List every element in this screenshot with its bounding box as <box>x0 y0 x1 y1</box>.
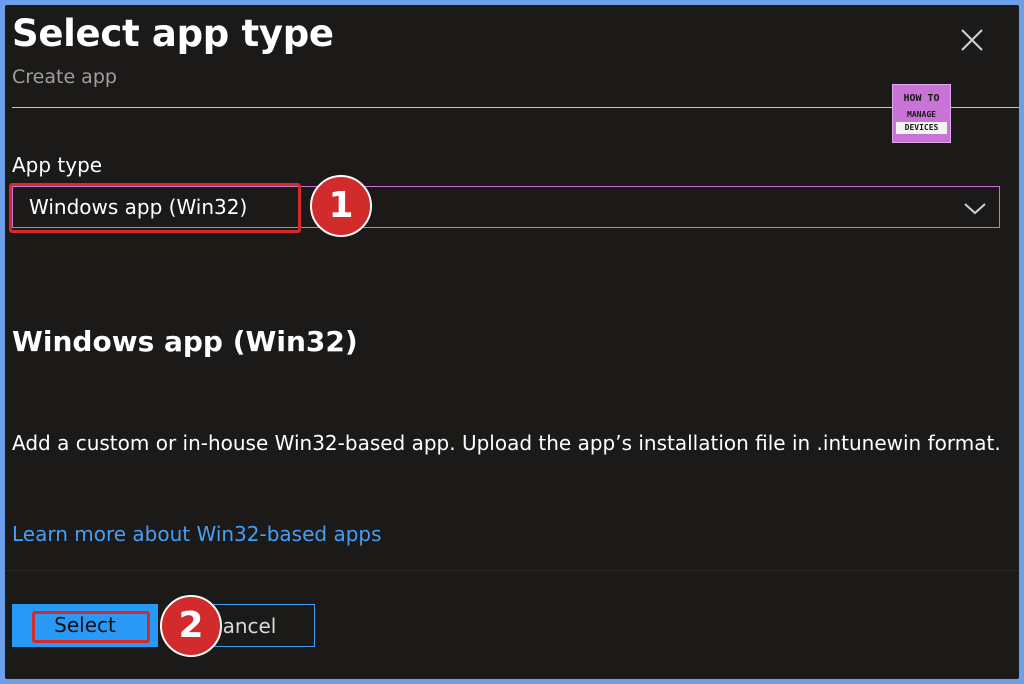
app-type-label: App type <box>12 153 103 177</box>
panel-title: Select app type <box>12 12 334 55</box>
how-to-manage-devices-logo: HOW TO MANAGE DEVICES <box>892 84 951 143</box>
logo-line-1: HOW TO <box>903 93 940 104</box>
close-icon <box>961 29 983 51</box>
close-button[interactable] <box>955 23 989 57</box>
highlight-box-app-type <box>9 183 301 233</box>
learn-more-link[interactable]: Learn more about Win32-based apps <box>12 524 382 544</box>
app-type-heading: Windows app (Win32) <box>12 325 358 358</box>
highlight-box-select <box>32 611 150 643</box>
header-divider <box>12 107 1019 108</box>
app-type-description: Add a custom or in-house Win32-based app… <box>12 431 1001 455</box>
step-badge-2: 2 <box>160 595 222 657</box>
step-badge-1: 1 <box>310 175 372 237</box>
logo-line-2: MANAGE <box>907 110 936 119</box>
footer-divider <box>5 570 1019 571</box>
select-app-type-panel: Select app type Create app HOW TO MANAGE… <box>5 5 1019 679</box>
chevron-down-icon <box>963 197 987 219</box>
logo-line-3: DEVICES <box>896 122 947 134</box>
panel-subtitle: Create app <box>12 66 117 88</box>
